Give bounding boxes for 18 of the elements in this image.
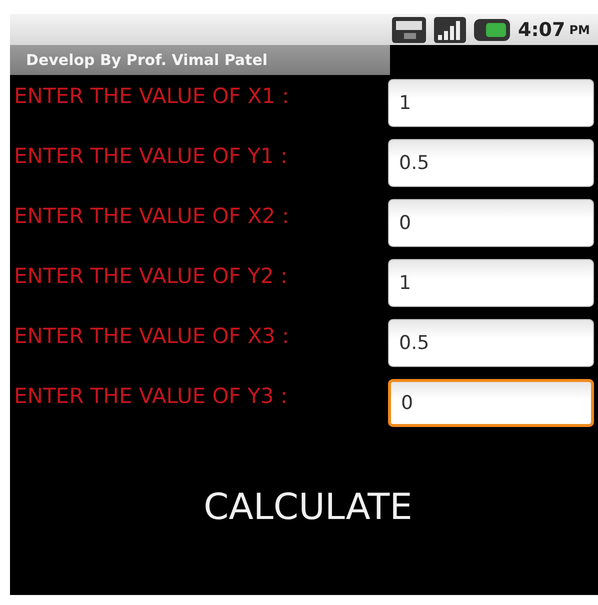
field-label: ENTER THE VALUE OF Y3 : bbox=[13, 383, 288, 407]
field-label: ENTER THE VALUE OF Y2 : bbox=[13, 263, 288, 287]
input-field[interactable]: 0 bbox=[388, 199, 594, 247]
field-label: ENTER THE VALUE OF X2 : bbox=[13, 203, 290, 227]
input-field[interactable]: 1 bbox=[388, 259, 594, 307]
field-label: ENTER THE VALUE OF X3 : bbox=[13, 323, 290, 347]
input-field[interactable]: 1 bbox=[388, 79, 594, 127]
signal-icon bbox=[434, 16, 466, 42]
input-field[interactable]: 0.5 bbox=[388, 319, 594, 367]
input-field[interactable]: 0.5 bbox=[388, 139, 594, 187]
battery-icon bbox=[474, 18, 510, 40]
clock-meridiem: PM bbox=[569, 22, 590, 36]
calculate-button[interactable]: CALCULATE bbox=[192, 481, 424, 534]
clock: 4:07 bbox=[518, 18, 566, 40]
field-label: ENTER THE VALUE OF Y1 : bbox=[13, 143, 288, 167]
field-label: ENTER THE VALUE OF X1 : bbox=[13, 83, 290, 107]
input-field[interactable]: 0 bbox=[388, 379, 594, 427]
app-title: Develop By Prof. Vimal Patel bbox=[26, 51, 268, 69]
